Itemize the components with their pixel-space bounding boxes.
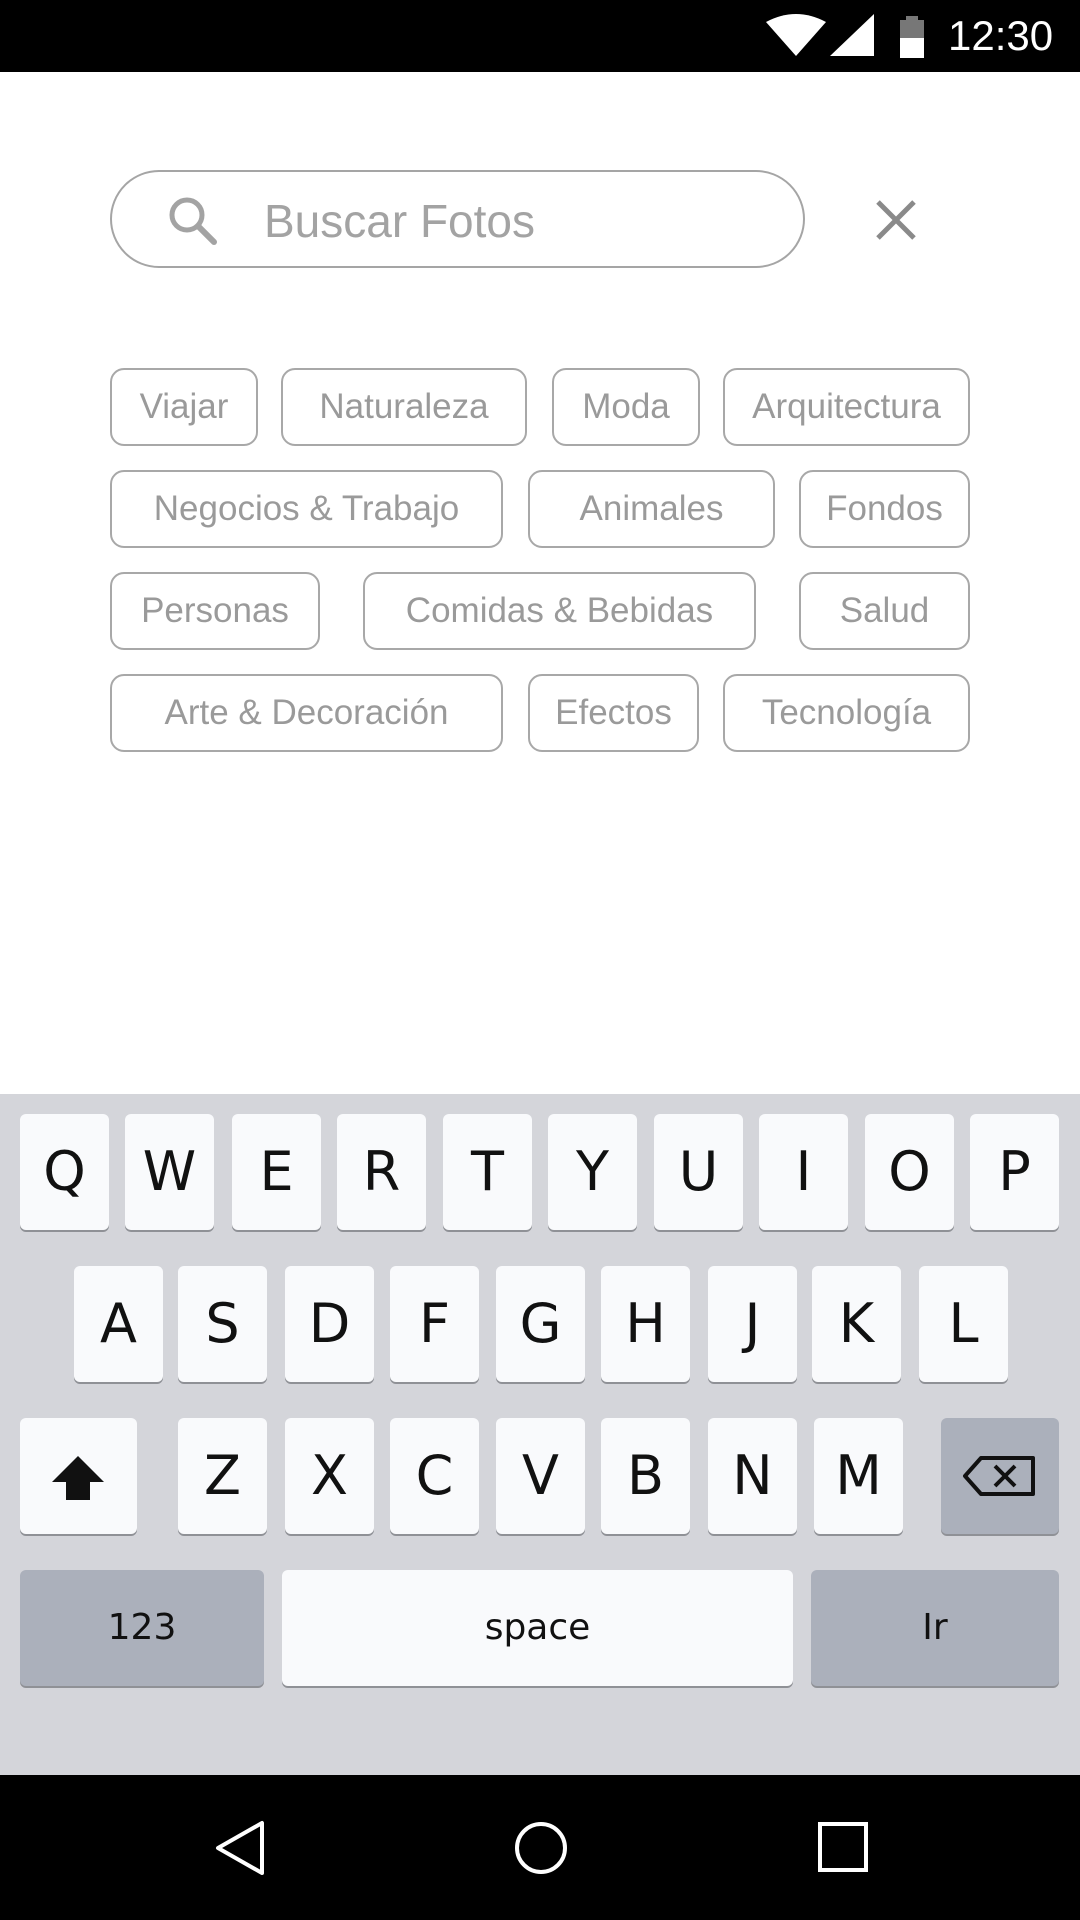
key-j[interactable]: J xyxy=(708,1266,797,1382)
recents-icon[interactable] xyxy=(818,1822,868,1877)
key-l[interactable]: L xyxy=(919,1266,1008,1382)
key-z[interactable]: Z xyxy=(178,1418,267,1534)
search-icon xyxy=(166,194,218,251)
key-c[interactable]: C xyxy=(390,1418,479,1534)
key-r[interactable]: R xyxy=(337,1114,426,1230)
key-y[interactable]: Y xyxy=(548,1114,637,1230)
key-a[interactable]: A xyxy=(74,1266,163,1382)
category-chip[interactable]: Comidas & Bebidas xyxy=(363,572,756,650)
category-chip[interactable]: Salud xyxy=(799,572,970,650)
wifi-icon xyxy=(766,14,826,61)
go-key[interactable]: Ir xyxy=(811,1570,1059,1686)
category-chip[interactable]: Animales xyxy=(528,470,775,548)
category-chip[interactable]: Naturaleza xyxy=(281,368,527,446)
key-p[interactable]: P xyxy=(970,1114,1059,1230)
shift-icon xyxy=(52,1456,104,1500)
key-k[interactable]: K xyxy=(812,1266,901,1382)
key-m[interactable]: M xyxy=(814,1418,903,1534)
category-chip[interactable]: Personas xyxy=(110,572,320,650)
close-button[interactable] xyxy=(868,192,924,248)
category-chip[interactable]: Viajar xyxy=(110,368,258,446)
navigation-bar xyxy=(0,1775,1080,1920)
category-chip[interactable]: Fondos xyxy=(799,470,970,548)
status-bar: 12:30 xyxy=(0,0,1080,72)
key-x[interactable]: X xyxy=(285,1418,374,1534)
key-s[interactable]: S xyxy=(178,1266,267,1382)
category-chip[interactable]: Moda xyxy=(552,368,700,446)
key-w[interactable]: W xyxy=(125,1114,214,1230)
key-i[interactable]: I xyxy=(759,1114,848,1230)
category-chip[interactable]: Arquitectura xyxy=(723,368,970,446)
space-key[interactable]: space xyxy=(282,1570,793,1686)
key-u[interactable]: U xyxy=(654,1114,743,1230)
category-chip[interactable]: Efectos xyxy=(528,674,699,752)
key-t[interactable]: T xyxy=(443,1114,532,1230)
backspace-key[interactable] xyxy=(941,1418,1059,1534)
keyboard: Q W E R T Y U I O P A S D F G H J K L Z … xyxy=(0,1094,1080,1775)
category-chip[interactable]: Tecnología xyxy=(723,674,970,752)
cell-signal-icon xyxy=(830,14,874,61)
key-o[interactable]: O xyxy=(865,1114,954,1230)
close-icon xyxy=(876,200,916,240)
status-clock: 12:30 xyxy=(948,12,1054,59)
key-f[interactable]: F xyxy=(390,1266,479,1382)
key-e[interactable]: E xyxy=(232,1114,321,1230)
key-v[interactable]: V xyxy=(496,1418,585,1534)
backspace-icon xyxy=(963,1456,1035,1496)
shift-key[interactable] xyxy=(20,1418,137,1534)
home-icon[interactable] xyxy=(514,1821,568,1880)
back-icon[interactable] xyxy=(212,1819,268,1882)
key-d[interactable]: D xyxy=(285,1266,374,1382)
key-q[interactable]: Q xyxy=(20,1114,109,1230)
key-n[interactable]: N xyxy=(708,1418,797,1534)
key-h[interactable]: H xyxy=(601,1266,690,1382)
key-g[interactable]: G xyxy=(496,1266,585,1382)
key-b[interactable]: B xyxy=(601,1418,690,1534)
category-chip[interactable]: Negocios & Trabajo xyxy=(110,470,503,548)
search-box[interactable] xyxy=(110,170,805,268)
numbers-key[interactable]: 123 xyxy=(20,1570,264,1686)
search-input[interactable] xyxy=(262,190,786,252)
category-chip[interactable]: Arte & Decoración xyxy=(110,674,503,752)
battery-icon xyxy=(898,16,926,63)
